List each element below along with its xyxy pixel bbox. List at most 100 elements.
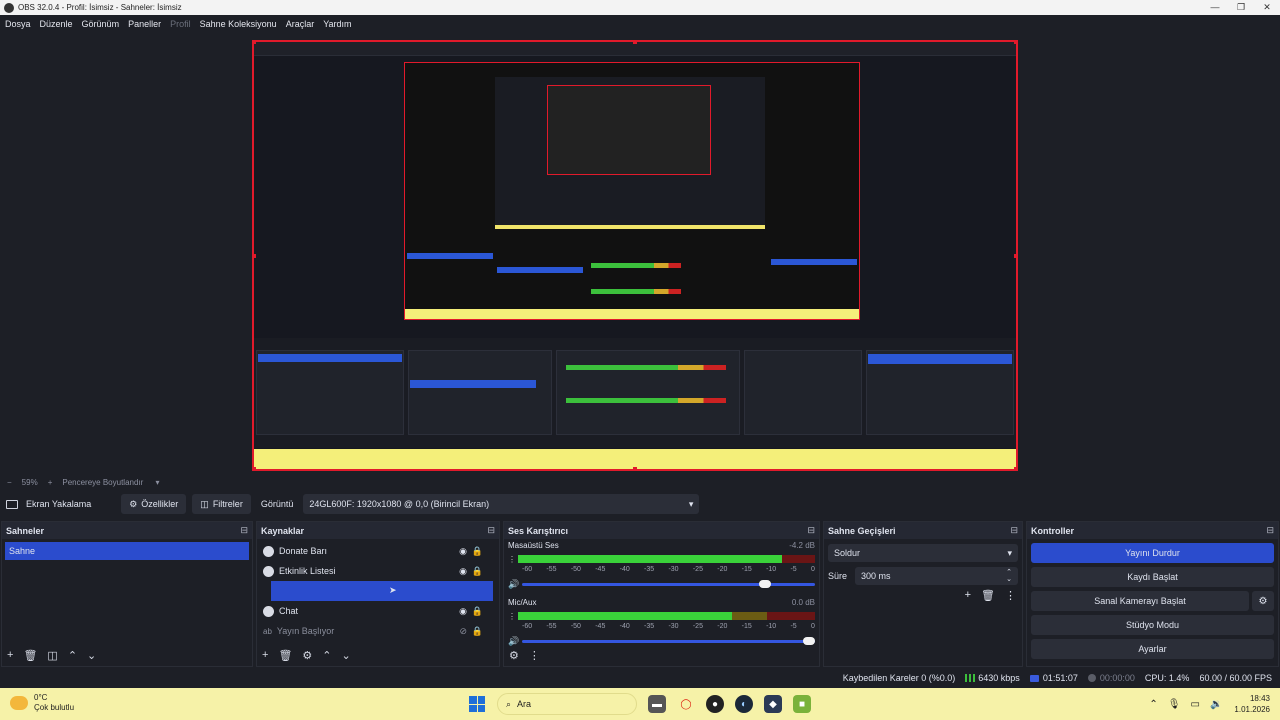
channel-menu-icon[interactable]: ⋮ <box>508 612 518 621</box>
zoom-in-button[interactable]: + <box>48 478 53 487</box>
menu-bar: Dosya Düzenle Görünüm Paneller Profil Sa… <box>0 15 1280 33</box>
stop-streaming-button[interactable]: Yayını Durdur <box>1031 543 1274 563</box>
mixer-menu-icon[interactable]: ⋮ <box>529 649 540 662</box>
spin-arrows-icon[interactable]: ⌃ ⌄ <box>1006 569 1012 583</box>
preview-nested-meter <box>591 263 681 268</box>
chevron-down-icon[interactable]: ⌄ <box>87 649 96 662</box>
lock-icon[interactable]: 🔒 <box>472 546 483 557</box>
dock-menu-icon[interactable]: ⊟ <box>240 525 248 536</box>
maximize-button[interactable]: ❐ <box>1228 0 1254 15</box>
studio-mode-button[interactable]: Stüdyo Modu <box>1031 615 1274 635</box>
preview-nested-source-row <box>497 267 583 273</box>
stream-time: 01:51:07 <box>1042 673 1078 683</box>
scene-item[interactable]: Sahne <box>5 542 249 560</box>
controls-title: Kontroller <box>1031 525 1075 536</box>
controls-header: Kontroller ⊟ <box>1027 522 1278 539</box>
virtual-camera-settings-button[interactable]: ⚙ <box>1252 591 1274 611</box>
clock[interactable]: 18:43 1.01.2026 <box>1234 693 1270 715</box>
mixer-title: Ses Karıştırıcı <box>508 525 569 536</box>
gear-icon[interactable]: ⚙ <box>302 649 312 662</box>
menu-yardim[interactable]: Yardım <box>323 19 351 29</box>
channel-name: Mic/Aux <box>508 598 537 607</box>
properties-button[interactable]: ⚙ Özellikler <box>121 494 187 514</box>
trash-icon[interactable]: 🗑 <box>278 649 292 662</box>
volume-slider[interactable] <box>522 636 815 645</box>
filters-button[interactable]: ◫ Filtreler <box>192 494 251 514</box>
menu-araclar[interactable]: Araçlar <box>286 19 315 29</box>
add-icon[interactable]: + <box>965 589 971 602</box>
weather-widget[interactable]: 0°C Çok bulutlu <box>10 693 74 713</box>
chevron-down-icon[interactable]: ⌄ <box>342 649 351 662</box>
duration-label: Süre <box>828 571 848 581</box>
cursor-icon: ➤ <box>389 585 397 595</box>
source-item[interactable]: Chat ◉ 🔒 <box>257 601 499 621</box>
properties-label: Özellikler <box>141 499 179 509</box>
minimize-button[interactable]: — <box>1202 0 1228 15</box>
filter-icon[interactable]: ◫ <box>47 649 57 662</box>
preview-nested-menu <box>254 42 1016 56</box>
eye-icon[interactable]: ◉ <box>459 606 467 617</box>
volume-icon[interactable]: 🔉 <box>1210 699 1222 710</box>
eye-icon[interactable]: ◉ <box>459 546 467 557</box>
taskbar-search[interactable]: ⌕ Ara <box>497 693 637 715</box>
preview-area <box>0 33 1280 474</box>
eye-hidden-icon[interactable]: ⊘ <box>459 626 467 637</box>
chevron-up-icon[interactable]: ⌃ <box>68 649 77 662</box>
obs-app-icon[interactable]: ● <box>706 695 724 713</box>
network-icon[interactable]: ▭ <box>1191 699 1200 710</box>
mixer-settings-icon[interactable]: ⚙ <box>509 649 519 662</box>
speaker-icon[interactable]: 🔊 <box>508 579 522 590</box>
start-virtual-camera-button[interactable]: Sanal Kamerayı Başlat <box>1031 591 1249 611</box>
windows-start-icon[interactable] <box>469 696 485 712</box>
lock-icon[interactable]: 🔒 <box>472 626 483 637</box>
transition-type-select[interactable]: Soldur ▾ <box>828 544 1018 562</box>
microphone-icon[interactable]: 🎙 <box>1168 699 1181 710</box>
display-select[interactable]: 24GL600F: 1920x1080 @ 0,0 (Birincil Ekra… <box>303 494 700 514</box>
menu-gorunum[interactable]: Görünüm <box>82 19 120 29</box>
sources-footer: + 🗑 ⚙ ⌃ ⌄ <box>257 644 499 666</box>
settings-button[interactable]: Ayarlar <box>1031 639 1274 659</box>
source-item[interactable]: Donate Barı ◉ 🔒 <box>257 541 499 561</box>
source-toolbar: Ekran Yakalama ⚙ Özellikler ◫ Filtreler … <box>0 490 1280 518</box>
preview-nested-taskbar <box>405 309 859 319</box>
source-item[interactable]: ab Yayın Başlıyor ⊘ 🔒 <box>257 621 499 641</box>
chevron-up-icon[interactable]: ⌃ <box>1149 699 1157 710</box>
dock-menu-icon[interactable]: ⊟ <box>1266 525 1274 536</box>
dock-menu-icon[interactable]: ⊟ <box>1010 525 1018 536</box>
close-button[interactable]: ✕ <box>1254 0 1280 15</box>
menu-paneller[interactable]: Paneller <box>128 19 161 29</box>
lock-icon[interactable]: 🔒 <box>472 566 483 577</box>
menu-dosya[interactable]: Dosya <box>5 19 31 29</box>
channel-menu-icon[interactable]: ⋮ <box>508 555 518 564</box>
source-item-dragging[interactable]: ➤ <box>271 581 493 601</box>
duration-spinbox[interactable]: 300 ms ⌃ ⌄ <box>855 567 1018 585</box>
eye-icon[interactable]: ◉ <box>459 566 467 577</box>
file-explorer-icon[interactable]: ▬ <box>648 695 666 713</box>
browser-source-icon <box>263 545 274 557</box>
stream-time-indicator: 01:51:07 <box>1029 673 1078 683</box>
dock-menu-icon[interactable]: ⊟ <box>807 525 815 536</box>
volume-slider[interactable] <box>522 579 815 588</box>
preview-canvas[interactable] <box>252 40 1018 471</box>
volume-slider-knob[interactable] <box>759 579 772 588</box>
minecraft-icon[interactable]: ■ <box>793 695 811 713</box>
fps-indicator: 60.00 / 60.00 FPS <box>1199 673 1272 683</box>
more-icon[interactable]: ⋮ <box>1005 589 1016 602</box>
chevron-up-icon[interactable]: ⌃ <box>322 649 331 662</box>
add-icon[interactable]: + <box>262 649 268 661</box>
zoom-out-button[interactable]: − <box>7 478 12 487</box>
clock-date: 1.01.2026 <box>1234 705 1270 714</box>
opera-icon[interactable]: ◯ <box>677 695 695 713</box>
add-icon[interactable]: + <box>7 649 13 661</box>
lock-icon[interactable]: 🔒 <box>472 606 483 617</box>
fit-to-window-dropdown[interactable]: Pencereye Boyutlandır ▾ <box>62 478 169 487</box>
menu-duzenle[interactable]: Düzenle <box>40 19 73 29</box>
start-recording-button[interactable]: Kaydı Başlat <box>1031 567 1274 587</box>
app-icon[interactable]: ◆ <box>764 695 782 713</box>
steam-icon[interactable]: ◐ <box>735 695 753 713</box>
dock-menu-icon[interactable]: ⊟ <box>487 525 495 536</box>
source-item[interactable]: Etkinlik Listesi ◉ 🔒 <box>257 561 499 581</box>
trash-icon[interactable]: 🗑 <box>23 649 37 662</box>
trash-icon[interactable]: 🗑 <box>981 589 995 602</box>
menu-sahne-koleksiyonu[interactable]: Sahne Koleksiyonu <box>200 19 277 29</box>
